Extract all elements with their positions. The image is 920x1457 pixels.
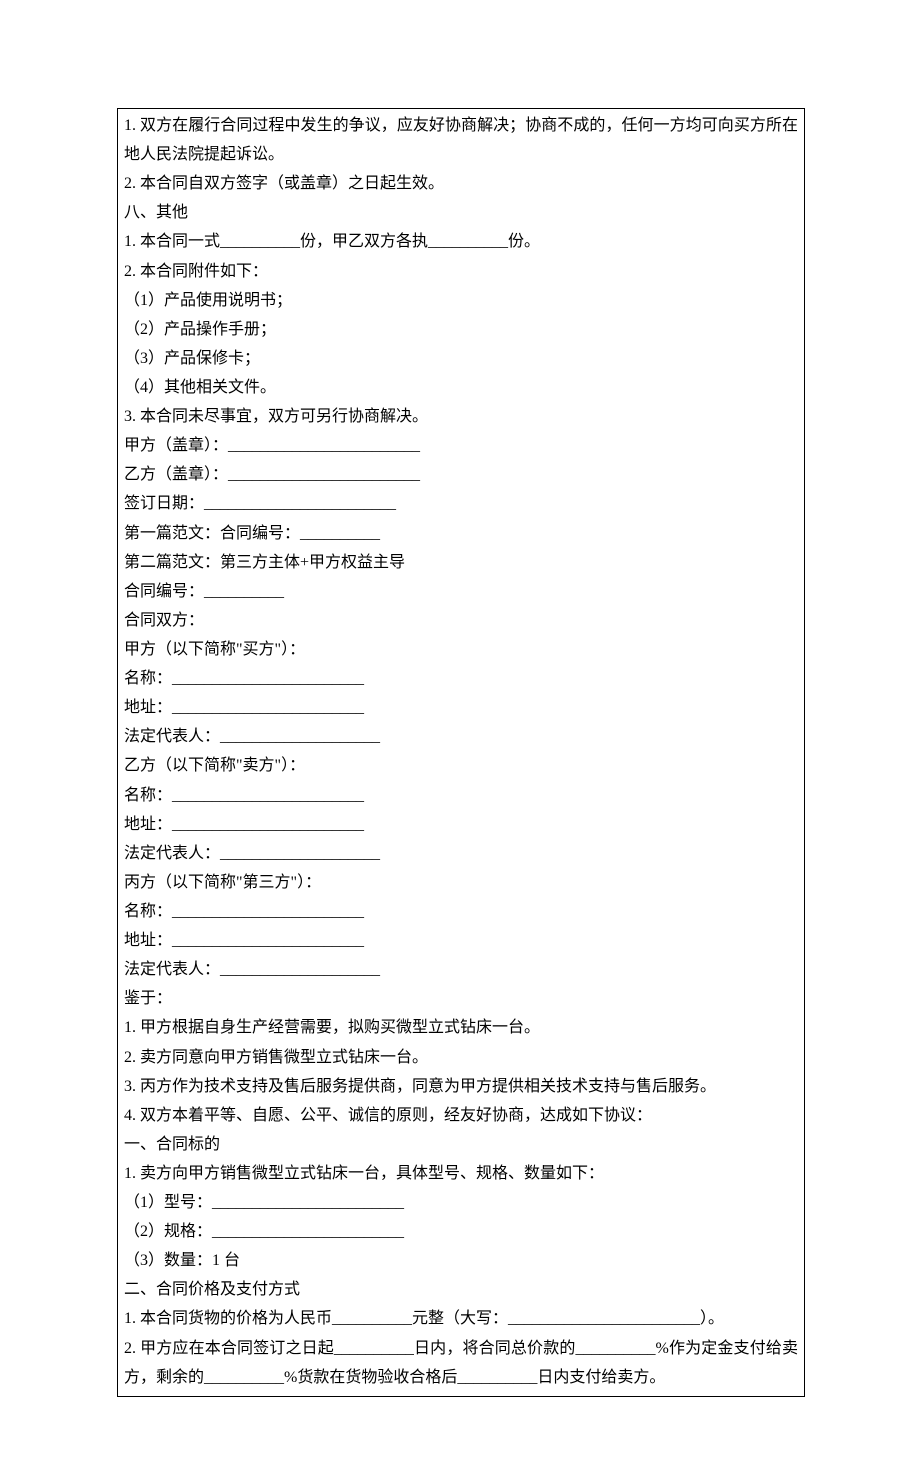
text-line: 2. 甲方应在本合同签订之日起__________日内，将合同总价款的_____… (124, 1334, 798, 1392)
text-line: 法定代表人：____________________ (124, 839, 798, 868)
text-line: 1. 甲方根据自身生产经营需要，拟购买微型立式钻床一台。 (124, 1013, 798, 1042)
text-line: （4）其他相关文件。 (124, 373, 798, 402)
text-line: 4. 双方本着平等、自愿、公平、诚信的原则，经友好协商，达成如下协议： (124, 1101, 798, 1130)
text-line: 八、其他 (124, 198, 798, 227)
text-line: 2. 本合同附件如下： (124, 257, 798, 286)
text-line: 2. 卖方同意向甲方销售微型立式钻床一台。 (124, 1043, 798, 1072)
text-line: 签订日期：________________________ (124, 489, 798, 518)
text-line: 名称：________________________ (124, 897, 798, 926)
text-line: 1. 本合同一式__________份，甲乙双方各执__________份。 (124, 227, 798, 256)
text-line: 2. 本合同自双方签字（或盖章）之日起生效。 (124, 169, 798, 198)
text-line: 乙方（以下简称"卖方"）： (124, 751, 798, 780)
text-line: 1. 卖方向甲方销售微型立式钻床一台，具体型号、规格、数量如下： (124, 1159, 798, 1188)
document-body: 1. 双方在履行合同过程中发生的争议，应友好协商解决；协商不成的，任何一方均可向… (124, 111, 798, 1392)
text-line: 地址：________________________ (124, 926, 798, 955)
text-line: （2）规格：________________________ (124, 1217, 798, 1246)
text-line: 第一篇范文：合同编号：__________ (124, 519, 798, 548)
text-line: 地址：________________________ (124, 693, 798, 722)
text-line: 1. 双方在履行合同过程中发生的争议，应友好协商解决；协商不成的，任何一方均可向… (124, 111, 798, 169)
text-line: （2）产品操作手册； (124, 315, 798, 344)
text-line: （1）型号：________________________ (124, 1188, 798, 1217)
text-line: 甲方（盖章）：________________________ (124, 431, 798, 460)
text-line: 地址：________________________ (124, 810, 798, 839)
text-line: 甲方（以下简称"买方"）： (124, 635, 798, 664)
text-line: （3）产品保修卡； (124, 344, 798, 373)
text-line: （1）产品使用说明书； (124, 286, 798, 315)
text-line: 合同双方： (124, 606, 798, 635)
text-line: 法定代表人：____________________ (124, 955, 798, 984)
text-line: 一、合同标的 (124, 1130, 798, 1159)
document-frame: 1. 双方在履行合同过程中发生的争议，应友好协商解决；协商不成的，任何一方均可向… (117, 108, 805, 1397)
text-line: 丙方（以下简称"第三方"）： (124, 868, 798, 897)
text-line: 二、合同价格及支付方式 (124, 1275, 798, 1304)
text-line: 1. 本合同货物的价格为人民币__________元整（大写：_________… (124, 1304, 798, 1333)
text-line: 3. 丙方作为技术支持及售后服务提供商，同意为甲方提供相关技术支持与售后服务。 (124, 1072, 798, 1101)
text-line: 乙方（盖章）：________________________ (124, 460, 798, 489)
text-line: 法定代表人：____________________ (124, 722, 798, 751)
text-line: （3）数量：1 台 (124, 1246, 798, 1275)
text-line: 鉴于： (124, 984, 798, 1013)
text-line: 名称：________________________ (124, 781, 798, 810)
text-line: 3. 本合同未尽事宜，双方可另行协商解决。 (124, 402, 798, 431)
text-line: 合同编号：__________ (124, 577, 798, 606)
text-line: 第二篇范文：第三方主体+甲方权益主导 (124, 548, 798, 577)
text-line: 名称：________________________ (124, 664, 798, 693)
